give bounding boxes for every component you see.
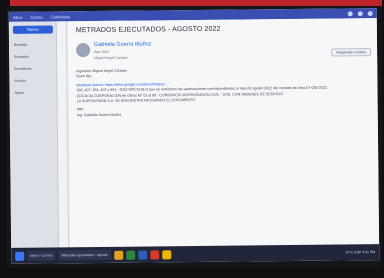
taskbar-tab-inbox[interactable]: Inbox - Correo (27, 250, 56, 261)
new-mail-button[interactable]: Nuevo (12, 25, 53, 34)
sender-avatar (76, 43, 91, 58)
email-date: Sep 2022 (94, 49, 110, 55)
start-icon[interactable] (15, 251, 25, 261)
settings-icon[interactable] (347, 10, 353, 16)
email-body: Ingeniero Miguel Ángel Canepa Buen día, … (76, 66, 369, 121)
avatar-icon[interactable] (367, 10, 373, 16)
monitor-bezel: Inbox Correo Calendario Nuevo Bandeja En… (6, 6, 382, 268)
taskbar-tab-message[interactable]: Metrados ejecutados - agosto (58, 249, 111, 261)
sidebar-item-archive[interactable]: Archivo (11, 75, 55, 85)
system-tray: 24°C ESP 4:41 PM (345, 250, 376, 255)
sidebar-item-drafts[interactable]: Borradores (11, 63, 55, 73)
word-icon[interactable] (137, 250, 147, 260)
excel-icon[interactable] (125, 250, 135, 260)
reading-pane: METRADOS EJECUTADOS - AGOSTO 2022 Gabrie… (67, 18, 380, 248)
sender-name[interactable]: Gabriela Guerra Muñoz (94, 41, 152, 48)
topbar-item-calendar[interactable]: Calendario (51, 14, 70, 19)
email-subject: METRADOS EJECUTADOS - AGOSTO 2022 (75, 25, 221, 35)
sidebar-item-sent[interactable]: Enviados (11, 51, 55, 61)
chrome-icon[interactable] (161, 249, 171, 259)
topbar-item-inbox[interactable]: Inbox (13, 14, 23, 19)
pdf-icon[interactable] (149, 249, 159, 259)
taskbar: Inbox - Correo Metrados ejecutados - ago… (11, 244, 380, 264)
sidebar-item-spam[interactable]: Spam (11, 87, 55, 97)
screen: Inbox Correo Calendario Nuevo Bandeja En… (8, 8, 380, 264)
sidebar-item-inbox[interactable]: Bandeja (11, 39, 55, 49)
help-icon[interactable] (357, 10, 363, 16)
sidebar: Nuevo Bandeja Enviados Borradores Archiv… (8, 21, 60, 248)
reply-all-button[interactable]: Responder a todos (331, 48, 372, 57)
folder-icon[interactable] (113, 250, 123, 260)
email-recipients: Miguel Angel Canepa (94, 55, 128, 61)
topbar-item-mail[interactable]: Correo (31, 14, 43, 19)
